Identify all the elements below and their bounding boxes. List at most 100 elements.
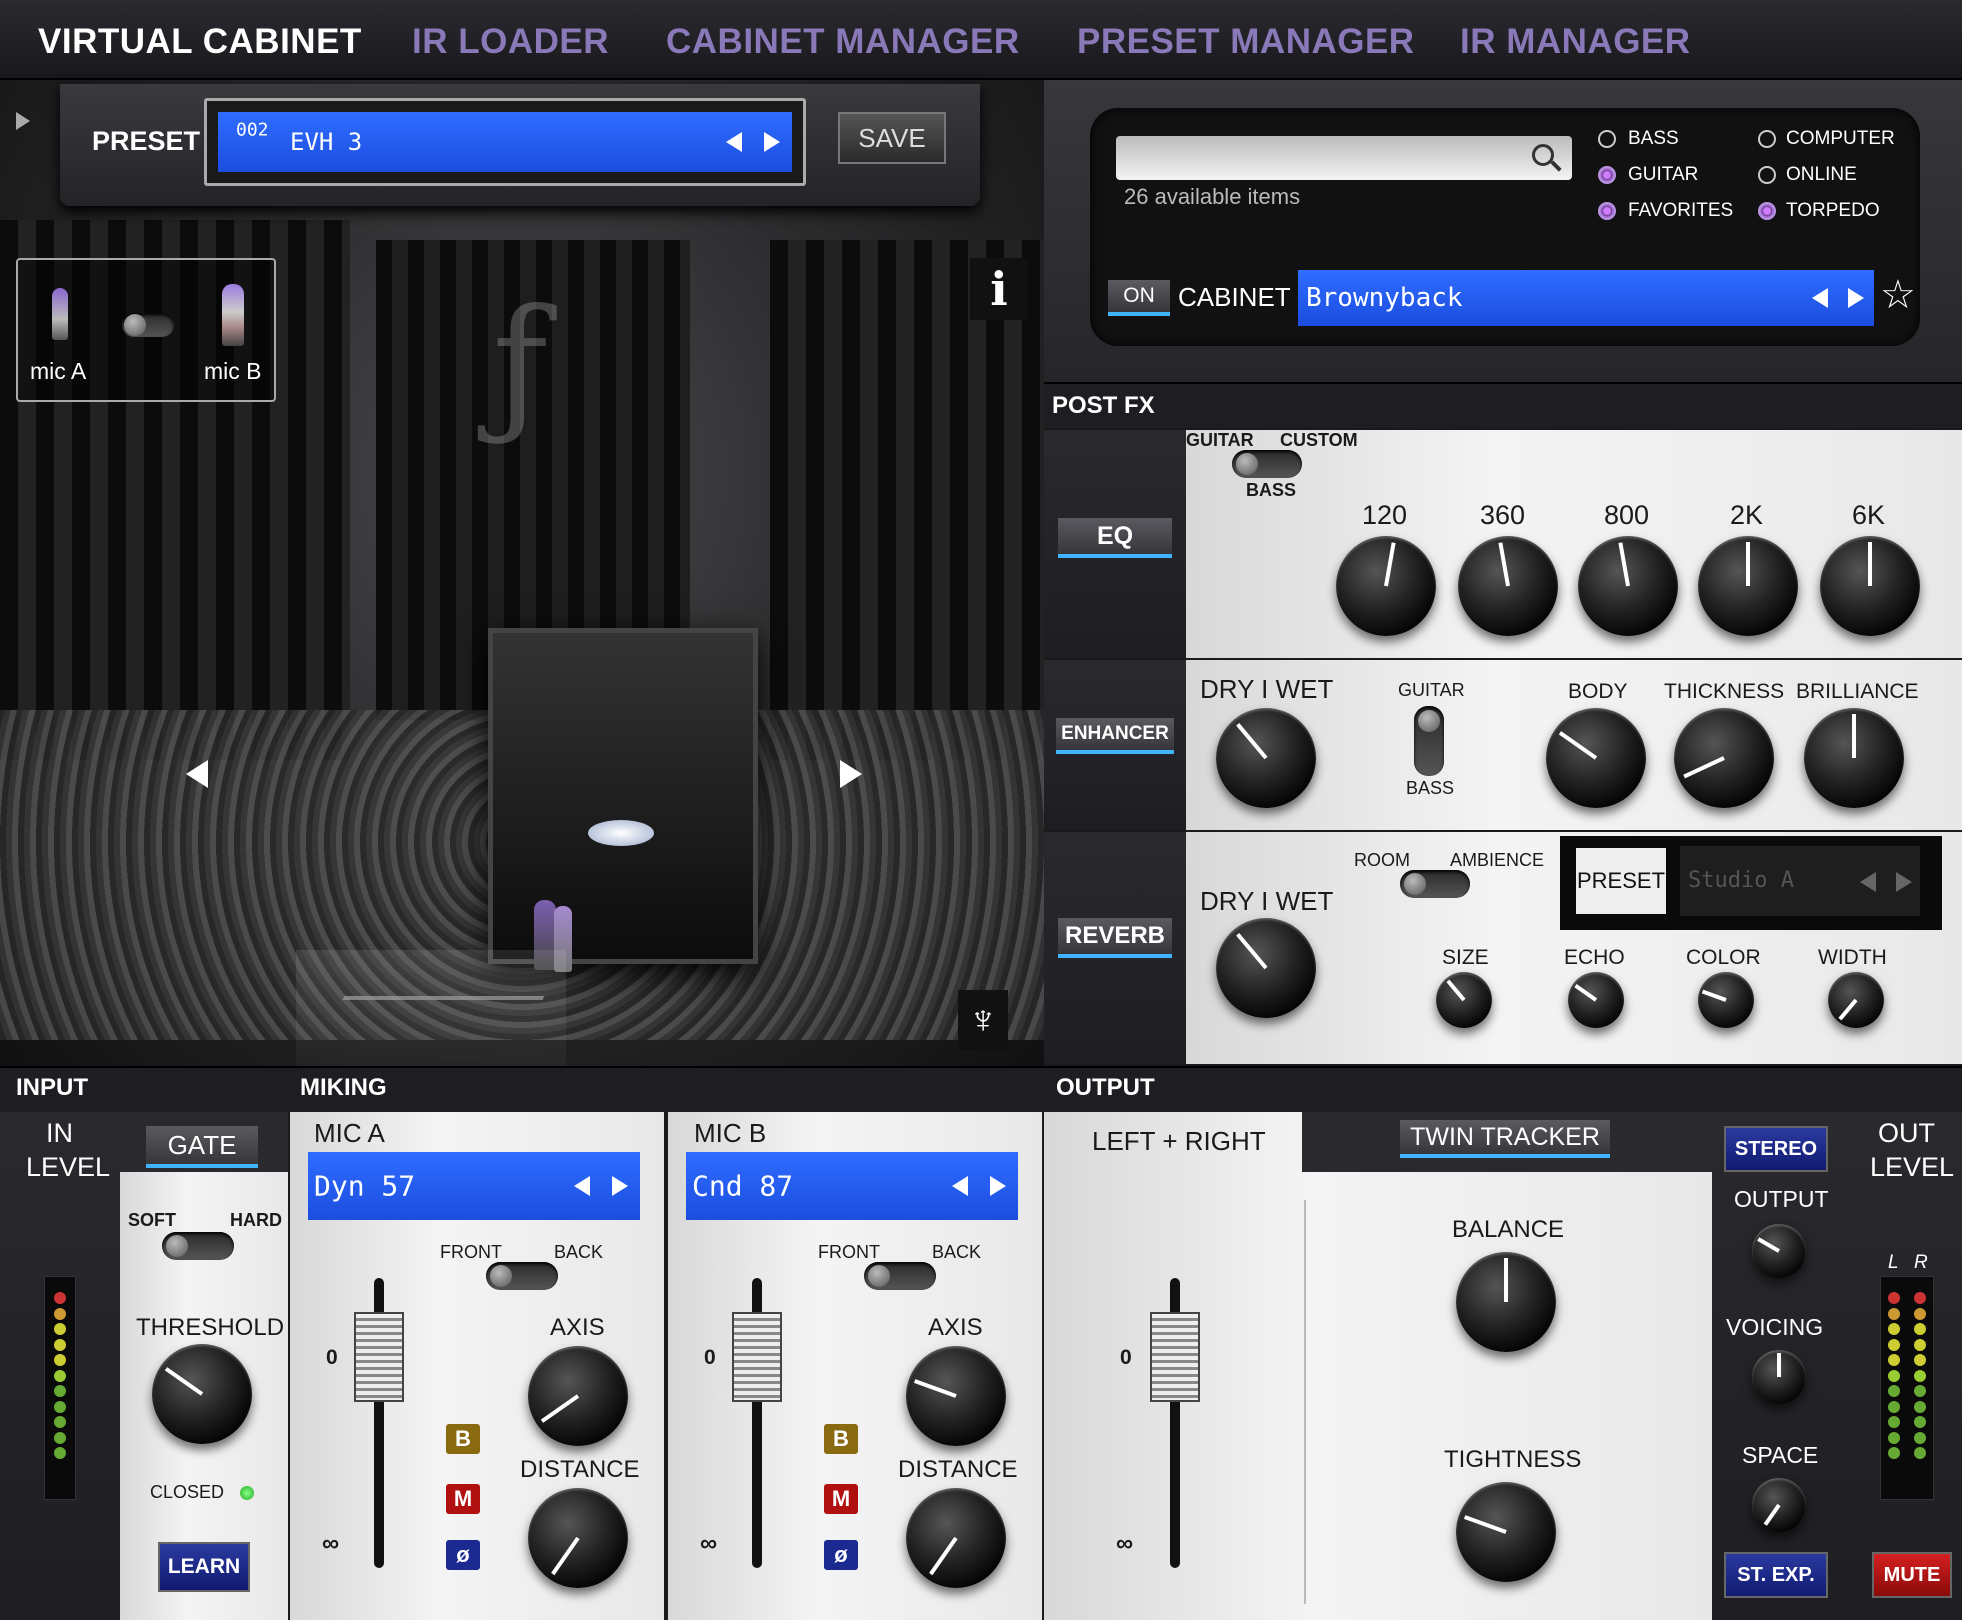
reverb-preset-next-icon[interactable]: [1896, 872, 1912, 892]
filter-favorites-radio[interactable]: [1598, 202, 1616, 220]
eq-band-2k-label: 2K: [1730, 500, 1764, 530]
eq-120-knob[interactable]: [1336, 536, 1436, 636]
reverb-drywet-knob[interactable]: [1216, 918, 1316, 1018]
balance-knob[interactable]: [1456, 1252, 1556, 1352]
app-window: VIRTUAL CABINET IR LOADER CABINET MANAGE…: [0, 0, 1962, 1620]
eq-button[interactable]: EQ: [1058, 518, 1172, 558]
balance-label: BALANCE: [1452, 1216, 1565, 1243]
tab-virtual-cabinet[interactable]: VIRTUAL CABINET: [38, 22, 362, 62]
mic-b-axis-knob[interactable]: [906, 1346, 1006, 1446]
enhancer-mode-switch[interactable]: [1414, 706, 1444, 776]
mute-button[interactable]: MUTE: [1872, 1552, 1952, 1598]
space-knob[interactable]: [1752, 1478, 1806, 1532]
tab-preset-manager[interactable]: PRESET MANAGER: [1077, 22, 1415, 62]
learn-button[interactable]: LEARN: [158, 1542, 250, 1592]
eq-800-knob[interactable]: [1578, 536, 1678, 636]
output-fader[interactable]: [1150, 1312, 1200, 1402]
mic-b-prev-icon[interactable]: [952, 1176, 968, 1196]
left-right-label: LEFT + RIGHT: [1092, 1126, 1266, 1156]
eq-2k-knob[interactable]: [1698, 536, 1798, 636]
eq-360-knob[interactable]: [1458, 536, 1558, 636]
enhancer-button[interactable]: ENHANCER: [1056, 718, 1174, 754]
preset-prev-icon[interactable]: [726, 132, 742, 152]
tightness-knob[interactable]: [1456, 1482, 1556, 1582]
info-button[interactable]: i: [970, 258, 1028, 320]
enhancer-body-knob[interactable]: [1546, 708, 1646, 808]
mic-a-prev-icon[interactable]: [574, 1176, 590, 1196]
mic-b-b-button[interactable]: B: [824, 1424, 858, 1454]
filter-computer-radio[interactable]: [1758, 130, 1776, 148]
mic-b-distance-label: DISTANCE: [898, 1456, 1018, 1483]
room-prev-icon[interactable]: [186, 760, 208, 788]
mic-b-phase-button[interactable]: ø: [824, 1540, 858, 1570]
eq-mode-switch[interactable]: [1232, 450, 1302, 478]
reverb-preset-selector[interactable]: Studio A: [1680, 846, 1920, 916]
mic-b-selector[interactable]: Cnd 87: [686, 1152, 1018, 1220]
cabinet-next-icon[interactable]: [1848, 288, 1864, 308]
gate-mode-switch[interactable]: [162, 1232, 234, 1260]
enhancer-drywet-knob[interactable]: [1216, 708, 1316, 808]
reverb-preset-prev-icon[interactable]: [1860, 872, 1876, 892]
cabinet-selector[interactable]: Brownyback: [1298, 270, 1874, 326]
postfx-header: [1044, 382, 1962, 428]
mic-a-icon[interactable]: [52, 288, 68, 340]
mic-b-distance-knob[interactable]: [906, 1488, 1006, 1588]
reverb-echo-knob[interactable]: [1568, 972, 1624, 1028]
reverb-mode-switch[interactable]: [1400, 870, 1470, 898]
mic-a-distance-knob[interactable]: [528, 1488, 628, 1588]
output-inf-icon: ∞: [1116, 1530, 1134, 1557]
enhancer-brilliance-knob[interactable]: [1804, 708, 1904, 808]
mic-a-axis-knob[interactable]: [528, 1346, 628, 1446]
collapse-icon[interactable]: [16, 112, 30, 130]
mic-b-next-icon[interactable]: [990, 1176, 1006, 1196]
eq-band-120-label: 120: [1362, 500, 1408, 530]
tab-cabinet-manager[interactable]: CABINET MANAGER: [666, 22, 1020, 62]
mic-a-position-switch[interactable]: [486, 1262, 558, 1290]
room-next-icon[interactable]: [840, 760, 862, 788]
reverb-color-knob[interactable]: [1698, 972, 1754, 1028]
tuner-icon[interactable]: ♆: [958, 990, 1008, 1050]
enhancer-brilliance-label: BRILLIANCE: [1796, 680, 1919, 703]
mic-a-phase-button[interactable]: ø: [446, 1540, 480, 1570]
mic-b-icon[interactable]: [222, 284, 244, 346]
tab-ir-manager[interactable]: IR MANAGER: [1460, 22, 1691, 62]
preset-selector[interactable]: 002 EVH 3: [218, 112, 792, 172]
filter-torpedo-radio[interactable]: [1758, 202, 1776, 220]
stereo-button[interactable]: STEREO: [1724, 1126, 1828, 1172]
enhancer-thickness-knob[interactable]: [1674, 708, 1774, 808]
mic-b-position-switch[interactable]: [864, 1262, 936, 1290]
stereo-expander-button[interactable]: ST. EXP.: [1724, 1552, 1828, 1598]
in-level-meter: [54, 1292, 66, 1463]
mic-a-m-button[interactable]: M: [446, 1484, 480, 1514]
save-button[interactable]: SAVE: [838, 112, 946, 164]
filter-bass-radio[interactable]: [1598, 130, 1616, 148]
filter-guitar-radio[interactable]: [1598, 166, 1616, 184]
mic-a-next-icon[interactable]: [612, 1176, 628, 1196]
reverb-size-knob[interactable]: [1436, 972, 1492, 1028]
search-input[interactable]: [1116, 136, 1572, 180]
filter-guitar-label: GUITAR: [1628, 164, 1699, 185]
filter-online-radio[interactable]: [1758, 166, 1776, 184]
twin-tracker-button[interactable]: TWIN TRACKER: [1400, 1120, 1610, 1158]
cabinet-prev-icon[interactable]: [1812, 288, 1828, 308]
reverb-button[interactable]: REVERB: [1058, 918, 1172, 958]
tab-ir-loader[interactable]: IR LOADER: [412, 22, 609, 62]
filter-online-label: ONLINE: [1786, 164, 1857, 185]
cabinet-on-button[interactable]: ON: [1108, 280, 1170, 316]
reverb-preset-label: PRESET: [1576, 848, 1666, 914]
reverb-width-knob[interactable]: [1828, 972, 1884, 1028]
mic-a-selector[interactable]: Dyn 57: [308, 1152, 640, 1220]
mic-a-b-button[interactable]: B: [446, 1424, 480, 1454]
eq-6k-knob[interactable]: [1820, 536, 1920, 636]
mic-a-fader[interactable]: [354, 1312, 404, 1402]
mic-b-fader[interactable]: [732, 1312, 782, 1402]
preset-next-icon[interactable]: [764, 132, 780, 152]
gate-button[interactable]: GATE: [146, 1126, 258, 1168]
voicing-knob[interactable]: [1752, 1350, 1806, 1404]
enhancer-thickness-label: THICKNESS: [1664, 680, 1785, 703]
output-gain-knob[interactable]: [1752, 1224, 1806, 1278]
threshold-knob[interactable]: [152, 1344, 252, 1444]
mic-b-m-button[interactable]: M: [824, 1484, 858, 1514]
favorite-star-icon[interactable]: ☆: [1880, 272, 1916, 318]
mic-ab-switch[interactable]: [122, 313, 174, 337]
